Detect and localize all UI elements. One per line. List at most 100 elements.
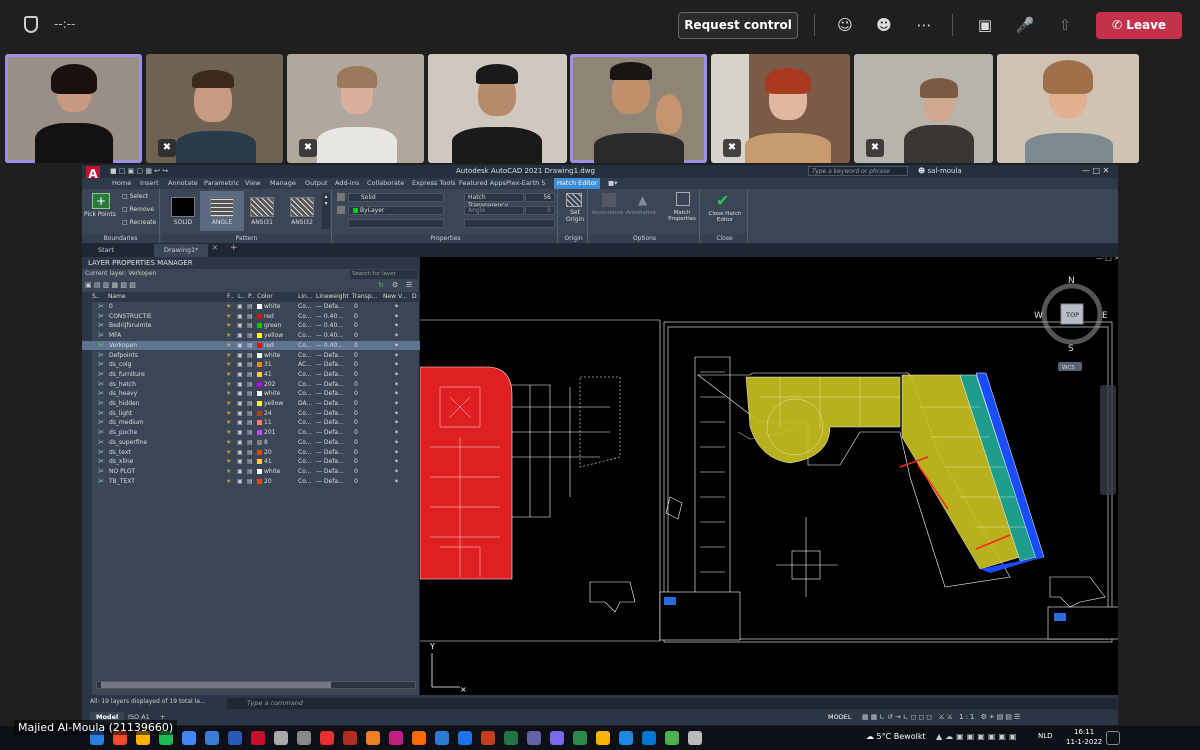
column-header[interactable]: D: [412, 292, 417, 302]
freeze-toggle-icon[interactable]: ☀: [226, 428, 231, 438]
plot-toggle-icon[interactable]: ▤: [247, 302, 253, 312]
layer-linetype[interactable]: Co...: [298, 331, 311, 341]
layer-row[interactable]: ✀ Bedrijfsruimte ☀ ▣ ▤ green Co... — 0.40... 0 ✶: [82, 321, 420, 331]
spotify-icon[interactable]: [205, 731, 219, 745]
freeze-toggle-icon[interactable]: ☀: [226, 331, 231, 341]
layer-states-icon[interactable]: ☰: [406, 281, 412, 289]
plot-toggle-icon[interactable]: ▤: [247, 418, 253, 428]
layer-row[interactable]: ✀ ds_poche ☀ ▣ ▤ 201 Co... — Defa... 0 ✶: [82, 428, 420, 438]
lock-toggle-icon[interactable]: ▣: [237, 418, 243, 428]
new-vp-freeze-icon[interactable]: ✶: [394, 302, 399, 312]
layer-name[interactable]: ds_light: [109, 409, 132, 419]
layer-lineweight[interactable]: — Defa...: [316, 467, 344, 477]
layer-transparency[interactable]: 0: [354, 380, 358, 390]
plot-toggle-icon[interactable]: ▤: [247, 389, 253, 399]
layer-row[interactable]: ✀ ds_furniture ☀ ▣ ▤ 41 Co... — Defa... 0 ✶: [82, 370, 420, 380]
participant-tile[interactable]: [997, 54, 1139, 163]
new-vp-freeze-icon[interactable]: ✶: [394, 467, 399, 477]
layer-name[interactable]: ds_furniture: [109, 370, 145, 380]
freeze-toggle-icon[interactable]: ☀: [226, 457, 231, 467]
freeze-toggle-icon[interactable]: ☀: [226, 389, 231, 399]
layer-transparency[interactable]: 0: [354, 302, 358, 312]
layer-name[interactable]: MFA: [109, 331, 121, 341]
lock-toggle-icon[interactable]: ▣: [237, 438, 243, 448]
layer-transparency[interactable]: 0: [354, 341, 358, 351]
new-vp-freeze-icon[interactable]: ✶: [394, 370, 399, 380]
layer-transparency[interactable]: 0: [354, 428, 358, 438]
freeze-toggle-icon[interactable]: ☀: [226, 418, 231, 428]
layer-lineweight[interactable]: — Defa...: [316, 399, 344, 409]
freeze-toggle-icon[interactable]: ☀: [226, 312, 231, 322]
lock-toggle-icon[interactable]: ▣: [237, 321, 243, 331]
layer-row[interactable]: ✀ ds_medium ☀ ▣ ▤ 11 Co... — Defa... 0 ✶: [82, 418, 420, 428]
shield-icon[interactable]: [24, 16, 38, 33]
participant-tile[interactable]: [570, 54, 707, 163]
layer-transparency[interactable]: 0: [354, 389, 358, 399]
close-tab-icon[interactable]: ✕: [212, 244, 218, 252]
layer-name[interactable]: ds_hatch: [109, 380, 136, 390]
plot-toggle-icon[interactable]: ▤: [247, 467, 253, 477]
layer-linetype[interactable]: Co...: [298, 448, 311, 458]
participants-icon[interactable]: ☺: [834, 14, 856, 36]
transparency-value[interactable]: 56: [525, 193, 555, 202]
lock-toggle-icon[interactable]: ▣: [237, 389, 243, 399]
edge-icon[interactable]: [228, 731, 242, 745]
layer-lineweight[interactable]: — 0.40...: [316, 321, 343, 331]
leave-button[interactable]: ✆ Leave: [1096, 12, 1182, 39]
new-vp-freeze-icon[interactable]: ✶: [394, 360, 399, 370]
layer-lineweight[interactable]: — Defa...: [316, 448, 344, 458]
ribbon-tab-hatch-editor[interactable]: Hatch Editor: [554, 178, 601, 189]
layer-name[interactable]: NO PLOT: [109, 467, 135, 477]
participant-tile[interactable]: ✖: [711, 54, 850, 163]
freeze-toggle-icon[interactable]: ☀: [226, 370, 231, 380]
files-icon[interactable]: [596, 731, 610, 745]
layer-color[interactable]: 201: [257, 428, 275, 438]
layer-name[interactable]: 0: [109, 302, 113, 312]
search-input[interactable]: Type a keyword or phrase: [808, 166, 908, 176]
request-control-button[interactable]: Request control: [678, 12, 798, 39]
layer-name[interactable]: ds_medium: [109, 418, 144, 428]
layer-row[interactable]: ✀ ds_hidden ☀ ▣ ▤ yellow DA... — Defa... 0 ✶: [82, 399, 420, 409]
plot-toggle-icon[interactable]: ▤: [247, 351, 253, 361]
new-vp-freeze-icon[interactable]: ✶: [394, 351, 399, 361]
layer-row[interactable]: ✀ Defpoints ☀ ▣ ▤ white Co... — Defa... 0 ✶: [82, 351, 420, 361]
pattern-scroll-icon[interactable]: ▴ ▾: [322, 193, 330, 229]
layer-transparency[interactable]: 0: [354, 370, 358, 380]
layer-transparency[interactable]: 0: [354, 457, 358, 467]
drawing-viewport[interactable]: Y × TOP N S E W WCS — □ ✕: [419, 254, 1131, 695]
layer-color[interactable]: 41: [257, 457, 272, 467]
layer-color[interactable]: white: [257, 302, 280, 312]
layer-transparency[interactable]: 0: [354, 467, 358, 477]
layer-color[interactable]: red: [257, 312, 274, 322]
layer-lineweight[interactable]: — Defa...: [316, 360, 344, 370]
layer-name[interactable]: CONSTRUCTIE: [109, 312, 152, 322]
youtube-icon[interactable]: [182, 731, 196, 745]
plot-toggle-icon[interactable]: ▤: [247, 380, 253, 390]
layer-color[interactable]: yellow: [257, 331, 283, 341]
language-indicator[interactable]: NLD: [1038, 732, 1053, 740]
layer-transparency[interactable]: 0: [354, 321, 358, 331]
pattern-ansi32-swatch[interactable]: [290, 197, 314, 217]
remove-button[interactable]: □ Remove: [122, 206, 154, 213]
more-options-icon[interactable]: ⋯: [913, 14, 935, 36]
revit-icon[interactable]: [274, 731, 288, 745]
clock[interactable]: 16:11 11-1-2022: [1066, 727, 1102, 747]
plot-toggle-icon[interactable]: ▤: [247, 321, 253, 331]
recreate-button[interactable]: □ Recreate: [122, 219, 156, 226]
layer-name[interactable]: ds_superfine: [109, 438, 147, 448]
lock-toggle-icon[interactable]: ▣: [237, 477, 243, 487]
notifications-icon[interactable]: [1106, 731, 1120, 745]
new-vp-freeze-icon[interactable]: ✶: [394, 428, 399, 438]
layer-lineweight[interactable]: — 0.40...: [316, 312, 343, 322]
associative-icon[interactable]: [602, 193, 616, 207]
layer-linetype[interactable]: Co...: [298, 370, 311, 380]
edge-alt-icon[interactable]: [550, 731, 564, 745]
background-color-dropdown[interactable]: [348, 219, 444, 228]
layer-color[interactable]: 20: [257, 448, 272, 458]
layer-name[interactable]: ds_xline: [109, 457, 133, 467]
new-vp-freeze-icon[interactable]: ✶: [394, 477, 399, 487]
lock-toggle-icon[interactable]: ▣: [237, 428, 243, 438]
app-icon[interactable]: [688, 731, 702, 745]
annotative-button[interactable]: Annotative: [626, 210, 656, 216]
lock-toggle-icon[interactable]: ▣: [237, 448, 243, 458]
